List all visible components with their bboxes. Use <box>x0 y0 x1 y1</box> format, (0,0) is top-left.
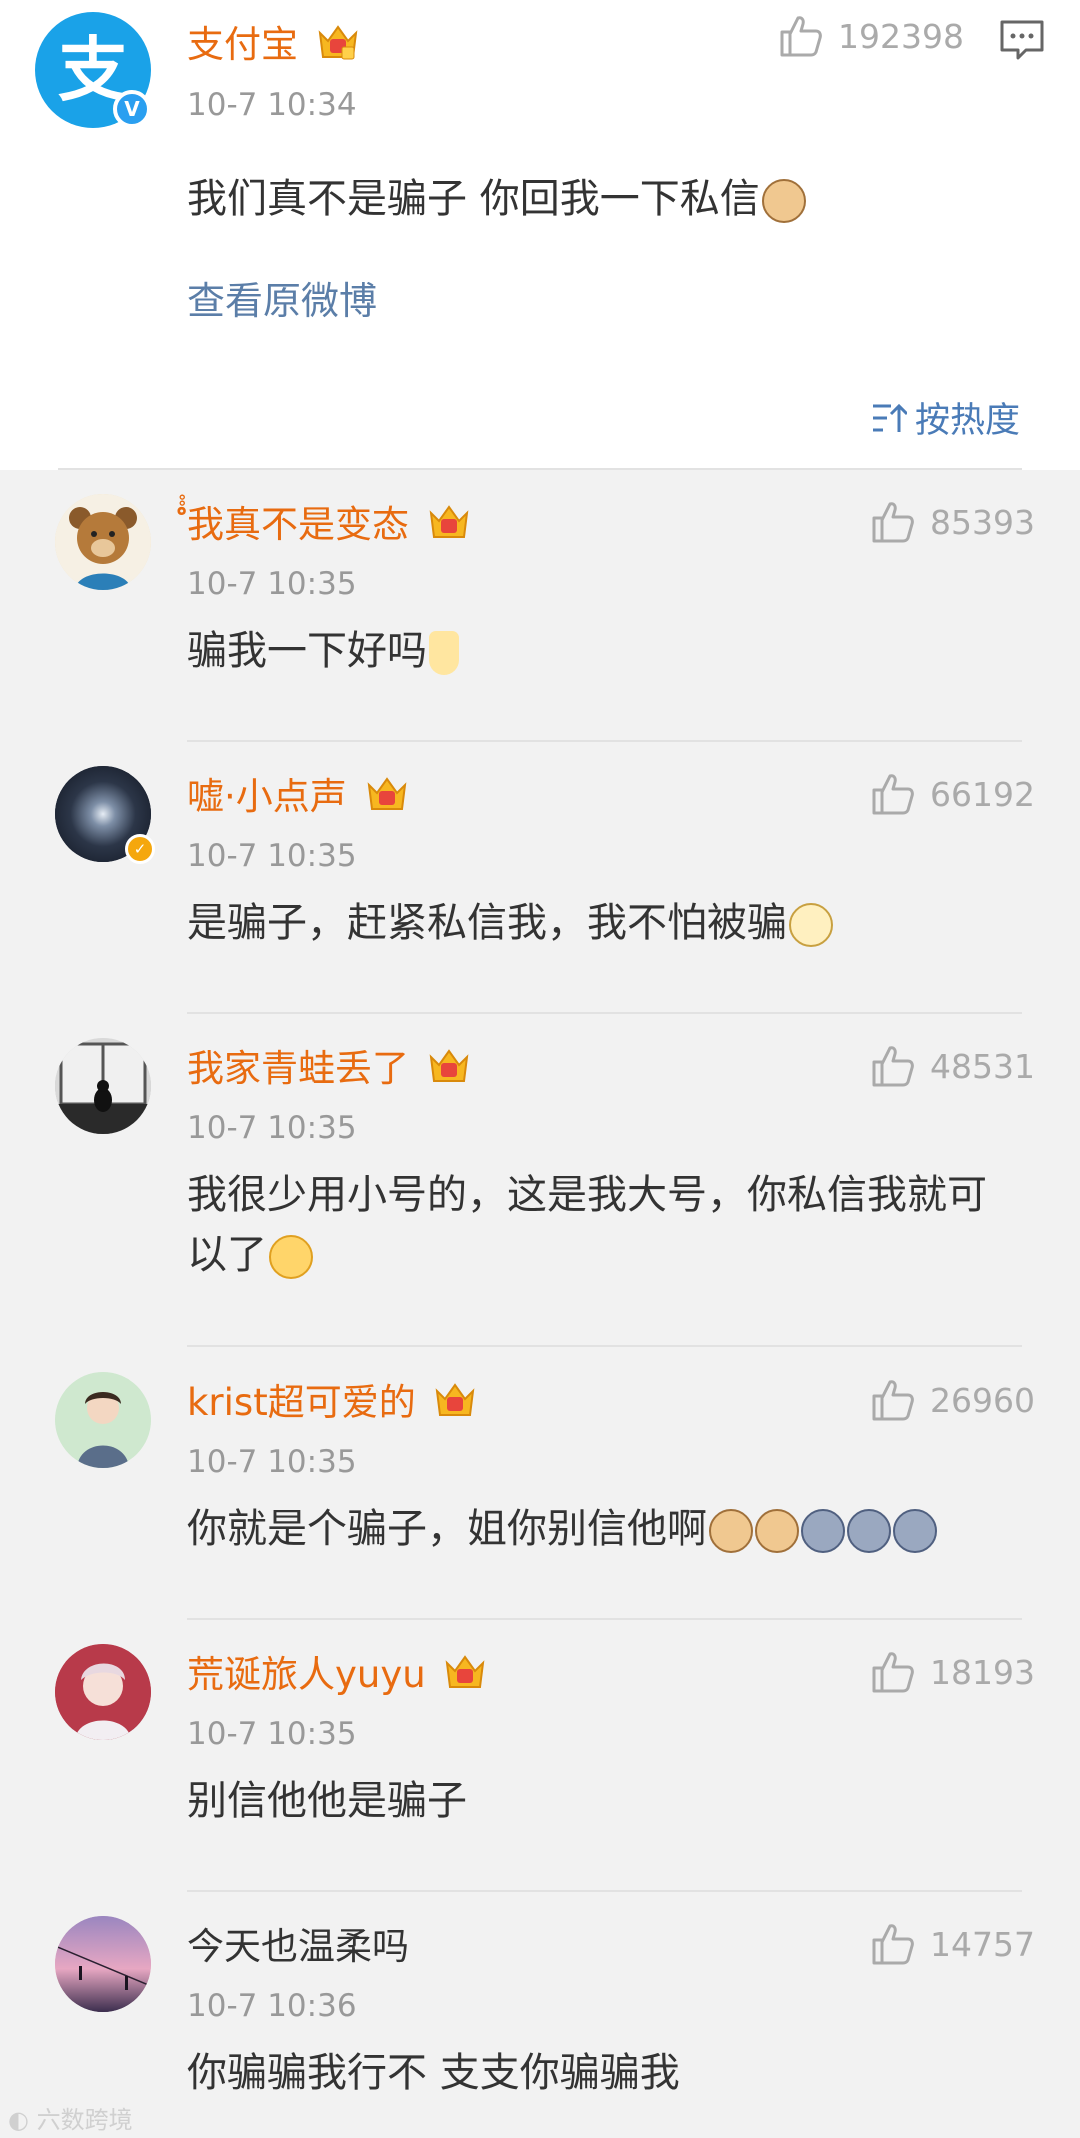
comment-content: 别信他他是骗子 <box>187 1778 467 1824</box>
doge-emoji-icon <box>789 903 833 947</box>
comment-author-line: ํํํ我真不是变态 <box>187 494 471 554</box>
comment-content: 骗我一下好吗 <box>187 628 427 674</box>
comment-content-line: 骗我一下好吗 <box>187 622 459 680</box>
thumbs-up-icon <box>780 16 822 57</box>
comment-author-line: 今天也温柔吗 <box>187 1916 409 1970</box>
comment-like-button[interactable]: 26960 <box>870 1378 1035 1422</box>
comment-author[interactable]: 荒诞旅人yuyu <box>187 1653 426 1696</box>
comment-time: 10-7 10:35 <box>187 1444 357 1480</box>
divider <box>187 1890 1022 1892</box>
divider <box>58 468 1022 470</box>
comment-like-count: 85393 <box>930 502 1035 542</box>
comment-content: 是骗子，赶紧私信我，我不怕被骗 <box>187 900 787 946</box>
comment-time: 10-7 10:35 <box>187 838 357 874</box>
comment-content: 你骗骗我行不 支支你骗骗我 <box>187 2050 680 2096</box>
comment-like-count: 48531 <box>930 1046 1035 1086</box>
watermark-text: 六数跨境 <box>36 2106 133 2134</box>
main-post-time: 10-7 10:34 <box>187 87 357 123</box>
comment-time: 10-7 10:35 <box>187 1110 357 1146</box>
comment-content-line: 以了 <box>187 1226 313 1284</box>
crown-vip-icon <box>365 773 409 824</box>
cat-emoji-icon <box>709 1509 753 1553</box>
divider <box>187 1345 1022 1347</box>
husky-emoji-icon <box>801 1509 845 1553</box>
comment-content-line: 我很少用小号的，这是我大号，你私信我就可 <box>187 1172 987 1218</box>
thumbs-up-icon <box>872 502 914 543</box>
comment-like-count: 66192 <box>930 774 1035 814</box>
main-post-content: 我们真不是骗子 你回我一下私信 <box>187 176 760 222</box>
sort-label: 按热度 <box>914 401 1020 441</box>
comment-author-line: 我家青蛙丢了 <box>187 1038 471 1096</box>
commenter-avatar[interactable]: ✓ <box>55 766 155 864</box>
crown-vip-icon <box>427 1045 471 1096</box>
thumbs-up-icon <box>872 1924 914 1965</box>
comment-author[interactable]: krist超可爱的 <box>187 1381 416 1424</box>
crown-vip-icon <box>427 501 471 552</box>
comment-author-line: krist超可爱的 <box>187 1372 477 1430</box>
divider <box>187 1012 1022 1014</box>
main-post-like-count: 192398 <box>838 16 964 56</box>
comment-content: 你就是个骗子，姐你别信他啊 <box>187 1506 707 1552</box>
thumbs-up-icon <box>872 1380 914 1421</box>
husky-emoji-icon <box>893 1509 937 1553</box>
main-post-avatar[interactable]: 支 V <box>35 12 151 128</box>
comment-like-button[interactable]: 85393 <box>870 500 1035 544</box>
comment-author-line: 嘘·小点声 <box>187 766 409 824</box>
comment-author-line: 荒诞旅人yuyu <box>187 1644 487 1702</box>
comment-author[interactable]: ํํํ我真不是变态 <box>187 503 409 546</box>
main-post-content-line: 我们真不是骗子 你回我一下私信 <box>187 170 806 228</box>
comment-author[interactable]: 今天也温柔吗 <box>187 1925 409 1968</box>
sort-by-hot-button[interactable]: 按热度 <box>871 392 1020 443</box>
comment-time: 10-7 10:35 <box>187 1716 357 1752</box>
comment-like-count: 14757 <box>930 1924 1035 1964</box>
comment-like-button[interactable]: 66192 <box>870 772 1035 816</box>
commenter-avatar[interactable] <box>55 1038 151 1134</box>
blush-emoji-icon <box>269 1235 313 1279</box>
husky-emoji-icon <box>847 1509 891 1553</box>
main-post-like-button[interactable]: 192398 <box>778 14 964 58</box>
watermark-logo-icon: ◐ <box>8 2106 29 2134</box>
crown-vip-icon <box>443 1651 487 1702</box>
sort-icon <box>872 403 907 432</box>
thumbs-up-icon <box>872 1652 914 1693</box>
cat-emoji-icon <box>761 179 806 223</box>
comment-author[interactable]: 我家青蛙丢了 <box>187 1047 409 1090</box>
comment-content-line: 是骗子，赶紧私信我，我不怕被骗 <box>187 894 833 952</box>
crown-vip-icon <box>433 1379 477 1430</box>
divider <box>187 740 1022 742</box>
divider <box>187 1618 1022 1620</box>
comment-time: 10-7 10:35 <box>187 566 357 602</box>
commenter-avatar[interactable] <box>55 1372 151 1468</box>
comment-like-button[interactable]: 18193 <box>870 1650 1035 1694</box>
main-post-author-line: 支付宝 <box>187 14 360 72</box>
comment-like-button[interactable]: 48531 <box>870 1044 1035 1088</box>
comment-time: 10-7 10:36 <box>187 1988 357 2024</box>
comment-like-button[interactable]: 14757 <box>870 1922 1035 1966</box>
cat-emoji-icon <box>755 1509 799 1553</box>
view-original-link[interactable]: 查看原微博 <box>187 270 377 325</box>
comment-like-count: 26960 <box>930 1380 1035 1420</box>
thumbs-up-icon <box>872 774 914 815</box>
comment-author[interactable]: 嘘·小点声 <box>187 775 347 818</box>
commenter-avatar[interactable] <box>55 1916 151 2012</box>
comment-content-line: 你就是个骗子，姐你别信他啊 <box>187 1500 937 1558</box>
commenter-avatar[interactable] <box>55 1644 151 1740</box>
commenter-avatar[interactable] <box>55 494 151 590</box>
alipay-logo-glyph: 支 <box>58 29 128 111</box>
thumbs-up-icon <box>872 1046 914 1087</box>
comment-message-icon[interactable] <box>998 18 1046 66</box>
comment-like-count: 18193 <box>930 1652 1035 1692</box>
crown-vip-icon <box>316 21 360 72</box>
comment-content: 以了 <box>187 1232 267 1278</box>
watermark: ◐ 六数跨境 <box>8 2100 133 2135</box>
main-post-author[interactable]: 支付宝 <box>187 23 298 66</box>
shy-girl-emoji-icon <box>429 631 459 675</box>
main-post-card: 支 V 支付宝 10-7 10:34 192398 我们真不是骗子 你回我一下私… <box>0 0 1080 470</box>
verified-badge-icon: ✓ <box>125 834 155 864</box>
verified-badge-icon: V <box>113 90 151 128</box>
